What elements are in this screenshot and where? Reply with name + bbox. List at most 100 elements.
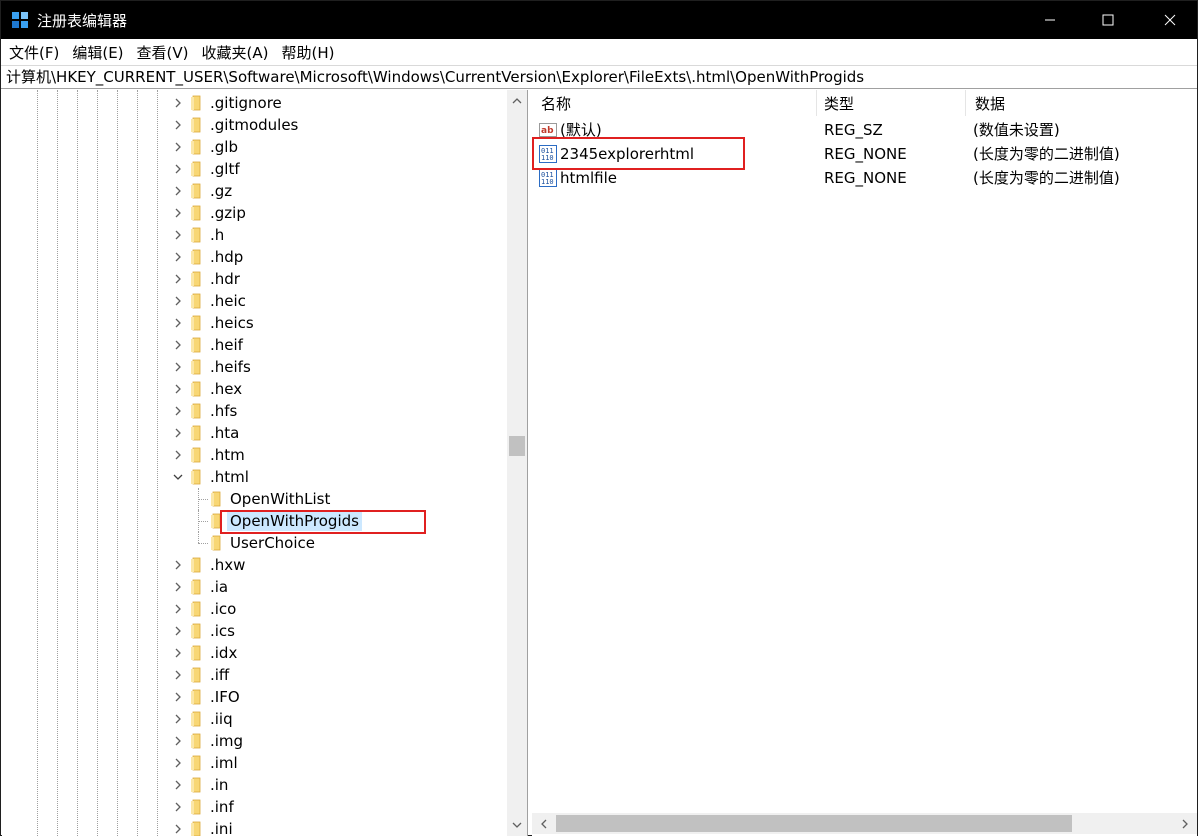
- tree-key-item[interactable]: .hta: [2, 422, 502, 444]
- menu-edit[interactable]: 编辑(E): [67, 42, 128, 63]
- chevron-right-icon[interactable]: [170, 161, 186, 177]
- values-list[interactable]: 名称 类型 数据 ab (默认) REG_SZ (数值未设置) 011 110 …: [532, 90, 1197, 836]
- chevron-right-icon[interactable]: [170, 381, 186, 397]
- menu-help[interactable]: 帮助(H): [276, 42, 339, 63]
- scroll-down-button[interactable]: [507, 816, 527, 833]
- maximize-button[interactable]: [1085, 1, 1131, 39]
- chevron-right-icon[interactable]: [170, 755, 186, 771]
- chevron-right-icon[interactable]: [170, 777, 186, 793]
- chevron-right-icon[interactable]: [170, 689, 186, 705]
- tree-key-item[interactable]: .glb: [2, 136, 502, 158]
- folder-icon: [191, 469, 201, 485]
- folder-icon: [191, 447, 201, 463]
- minimize-button[interactable]: [1027, 1, 1073, 39]
- tree-key-item[interactable]: .IFO: [2, 686, 502, 708]
- tree-key-item[interactable]: .iml: [2, 752, 502, 774]
- chevron-right-icon[interactable]: [170, 139, 186, 155]
- chevron-right-icon[interactable]: [170, 667, 186, 683]
- tree-item-label: .gz: [210, 182, 233, 200]
- scroll-right-button[interactable]: [1175, 813, 1195, 834]
- chevron-right-icon[interactable]: [170, 117, 186, 133]
- chevron-right-icon[interactable]: [170, 447, 186, 463]
- tree-subkey-item[interactable]: UserChoice: [2, 532, 502, 554]
- chevron-right-icon[interactable]: [170, 799, 186, 815]
- scroll-left-button[interactable]: [534, 813, 554, 834]
- column-header-name[interactable]: 名称: [532, 90, 817, 116]
- chevron-right-icon[interactable]: [170, 557, 186, 573]
- folder-icon: [191, 205, 201, 221]
- tree-key-item[interactable]: .hfs: [2, 400, 502, 422]
- key-tree[interactable]: .gitignore .gitmodules .glb .gltf .gz .gzip .h…: [2, 90, 528, 836]
- scroll-thumb[interactable]: [556, 815, 1072, 832]
- tree-key-item[interactable]: .in: [2, 774, 502, 796]
- tree-key-item[interactable]: .heics: [2, 312, 502, 334]
- tree-key-item[interactable]: .htm: [2, 444, 502, 466]
- chevron-right-icon[interactable]: [170, 227, 186, 243]
- tree-key-item[interactable]: .ia: [2, 576, 502, 598]
- chevron-right-icon[interactable]: [170, 403, 186, 419]
- chevron-right-icon[interactable]: [170, 733, 186, 749]
- tree-key-item[interactable]: .gltf: [2, 158, 502, 180]
- tree-key-item[interactable]: .iff: [2, 664, 502, 686]
- tree-subkey-item[interactable]: OpenWithList: [2, 488, 502, 510]
- tree-key-item[interactable]: .inf: [2, 796, 502, 818]
- chevron-right-icon[interactable]: [170, 821, 186, 836]
- tree-key-item[interactable]: .ini: [2, 818, 502, 836]
- tree-key-item[interactable]: .hxw: [2, 554, 502, 576]
- tree-key-item[interactable]: .heif: [2, 334, 502, 356]
- tree-key-item[interactable]: .gitignore: [2, 92, 502, 114]
- tree-item-label: .IFO: [210, 688, 240, 706]
- column-header-type[interactable]: 类型: [815, 90, 966, 116]
- tree-key-item[interactable]: .gzip: [2, 202, 502, 224]
- chevron-right-icon[interactable]: [170, 315, 186, 331]
- title-bar[interactable]: 注册表编辑器: [1, 1, 1197, 39]
- value-data: (数值未设置): [973, 121, 1060, 139]
- value-type: REG_NONE: [824, 169, 907, 187]
- chevron-right-icon[interactable]: [170, 293, 186, 309]
- tree-key-item[interactable]: .heifs: [2, 356, 502, 378]
- scroll-thumb[interactable]: [509, 436, 525, 456]
- menu-view[interactable]: 查看(V): [132, 42, 194, 63]
- folder-icon: [191, 557, 201, 573]
- tree-key-item[interactable]: .hdr: [2, 268, 502, 290]
- tree-key-item[interactable]: .iiq: [2, 708, 502, 730]
- chevron-right-icon[interactable]: [170, 425, 186, 441]
- chevron-right-icon[interactable]: [170, 271, 186, 287]
- tree-key-item[interactable]: .hdp: [2, 246, 502, 268]
- folder-icon: [191, 777, 201, 793]
- tree-vertical-scrollbar[interactable]: [507, 90, 527, 836]
- chevron-right-icon[interactable]: [170, 337, 186, 353]
- tree-item-label: .gltf: [210, 160, 240, 178]
- chevron-right-icon[interactable]: [170, 249, 186, 265]
- chevron-down-icon[interactable]: [170, 469, 186, 485]
- tree-key-item[interactable]: .hex: [2, 378, 502, 400]
- column-header-data[interactable]: 数据: [966, 90, 1197, 116]
- menu-favorites[interactable]: 收藏夹(A): [197, 42, 274, 63]
- chevron-right-icon[interactable]: [170, 645, 186, 661]
- values-horizontal-scrollbar[interactable]: [532, 813, 1197, 834]
- chevron-right-icon[interactable]: [170, 601, 186, 617]
- chevron-right-icon[interactable]: [170, 579, 186, 595]
- highlight-box-selected-key: [220, 510, 426, 534]
- chevron-right-icon[interactable]: [170, 711, 186, 727]
- scroll-up-button[interactable]: [507, 92, 527, 109]
- address-bar[interactable]: 计算机\HKEY_CURRENT_USER\Software\Microsoft…: [1, 65, 1197, 89]
- chevron-right-icon[interactable]: [170, 359, 186, 375]
- tree-key-item[interactable]: .gitmodules: [2, 114, 502, 136]
- tree-key-item[interactable]: .ico: [2, 598, 502, 620]
- folder-icon: [191, 381, 201, 397]
- chevron-right-icon[interactable]: [170, 95, 186, 111]
- tree-key-item[interactable]: .ics: [2, 620, 502, 642]
- menu-file[interactable]: 文件(F): [4, 42, 64, 63]
- tree-key-item[interactable]: .h: [2, 224, 502, 246]
- tree-key-item[interactable]: .html: [2, 466, 502, 488]
- tree-key-item[interactable]: .heic: [2, 290, 502, 312]
- chevron-right-icon[interactable]: [170, 623, 186, 639]
- tree-key-item[interactable]: .img: [2, 730, 502, 752]
- tree-key-item[interactable]: .gz: [2, 180, 502, 202]
- tree-item-label: .iml: [210, 754, 238, 772]
- chevron-right-icon[interactable]: [170, 183, 186, 199]
- chevron-right-icon[interactable]: [170, 205, 186, 221]
- close-button[interactable]: [1147, 1, 1193, 39]
- tree-key-item[interactable]: .idx: [2, 642, 502, 664]
